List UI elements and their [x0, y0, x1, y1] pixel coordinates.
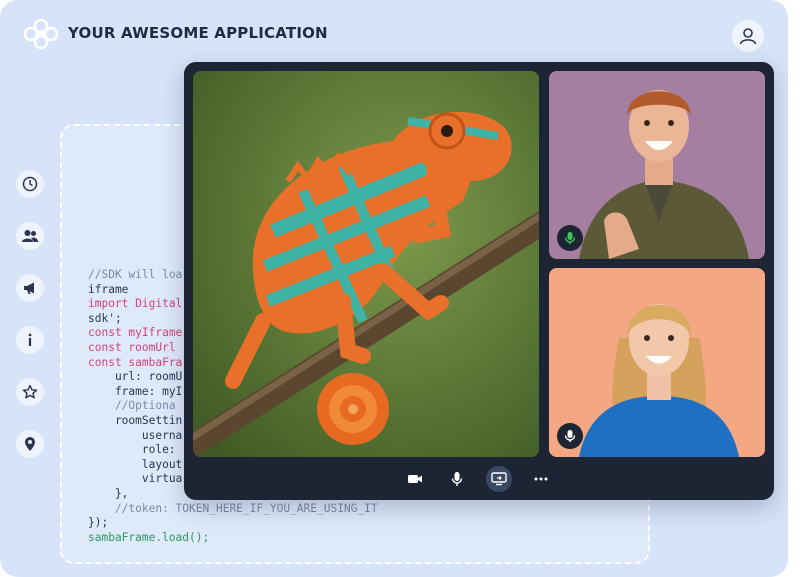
- participant-woman-image: [549, 268, 765, 457]
- sidebar-item-history[interactable]: [16, 170, 44, 198]
- video-tile-main[interactable]: [193, 71, 539, 457]
- code-line: virtua: [88, 472, 183, 486]
- code-line: //token: TOKEN_HERE_IF_YOU_ARE_USING_IT: [88, 501, 378, 515]
- user-button[interactable]: [732, 20, 764, 52]
- camera-toggle-button[interactable]: [402, 466, 428, 492]
- code-line: const myIframe: [88, 326, 183, 340]
- mic-status-badge-participant-2: [557, 423, 583, 449]
- code-line: const roomUrl: [88, 340, 176, 354]
- microphone-icon: [564, 430, 576, 442]
- sidebar: [16, 170, 46, 482]
- video-tile-participant-2[interactable]: [549, 268, 765, 457]
- user-icon: [739, 28, 757, 45]
- code-line: },: [88, 486, 129, 500]
- code-line: roomSettin: [88, 413, 183, 427]
- code-line: import Digital: [88, 297, 183, 311]
- code-line: userna: [88, 428, 183, 442]
- more-options-button[interactable]: [528, 466, 554, 492]
- map-pin-icon: [25, 437, 35, 451]
- screen-share-button[interactable]: [486, 466, 512, 492]
- code-line: sambaFrame.load();: [88, 530, 210, 544]
- sidebar-item-users[interactable]: [16, 222, 44, 250]
- code-line: iframe: [88, 282, 129, 296]
- app-shell: YOUR AWESOME APPLICATION //SDK will loa …: [0, 0, 788, 577]
- mic-status-badge-participant-1: [557, 225, 583, 251]
- sidebar-item-info[interactable]: [16, 326, 44, 354]
- code-line: //Optiona: [88, 399, 176, 413]
- camera-icon: [408, 475, 422, 483]
- code-line: //SDK will loa: [88, 268, 183, 281]
- flower-logo-icon: [23, 18, 59, 50]
- megaphone-icon: [24, 282, 34, 294]
- sidebar-item-announcements[interactable]: [16, 274, 44, 302]
- sidebar-item-favorites[interactable]: [16, 378, 44, 406]
- more-icon: [534, 477, 548, 481]
- call-controls: [184, 466, 774, 494]
- star-icon: [22, 384, 38, 399]
- code-line: url: roomU: [88, 370, 183, 384]
- microphone-toggle-button[interactable]: [444, 466, 470, 492]
- code-line: });: [88, 516, 109, 530]
- code-line: frame: myI: [88, 384, 183, 398]
- sidebar-item-location[interactable]: [16, 430, 44, 458]
- code-line: sdk';: [88, 311, 122, 325]
- video-tile-participant-1[interactable]: [549, 71, 765, 259]
- code-line: const sambaFra: [88, 355, 183, 369]
- chameleon-image: [193, 71, 539, 457]
- screen-share-icon: [491, 472, 507, 486]
- microphone-on-icon: [564, 232, 576, 244]
- app-title: YOUR AWESOME APPLICATION: [68, 24, 328, 42]
- clock-icon: [22, 176, 38, 192]
- video-call-window: [184, 62, 774, 500]
- microphone-icon: [451, 472, 463, 486]
- info-icon: [28, 333, 32, 346]
- users-icon: [22, 230, 38, 242]
- code-line: role:: [88, 443, 176, 457]
- code-line: layout: [88, 457, 183, 471]
